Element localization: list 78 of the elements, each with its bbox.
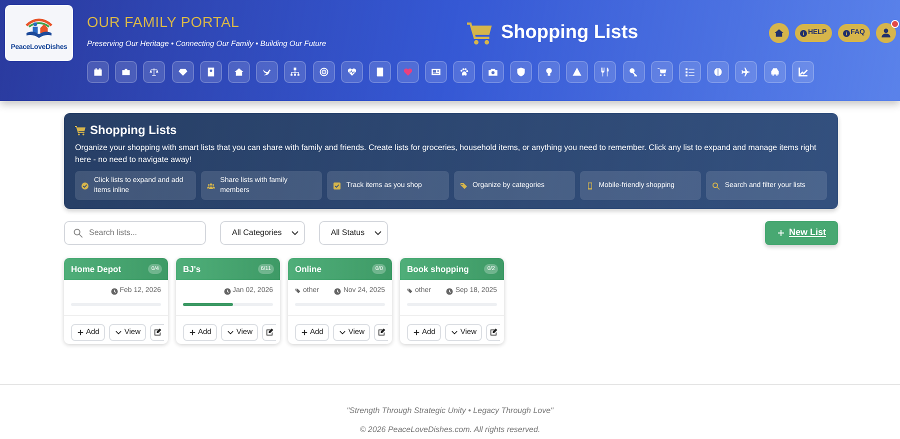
clock-icon (224, 288, 231, 295)
edit-button[interactable] (374, 324, 388, 340)
nav-button[interactable] (735, 61, 758, 83)
info-description: Organize your shopping with smart lists that you can share with family and friends. Create lists for groceries, household items, or anything you need to remember. Click any list to expand and manage items right here - no need to navigate away! (75, 142, 818, 166)
cart-icon (467, 20, 493, 46)
nav-button[interactable] (538, 61, 560, 83)
edit-button[interactable] (262, 324, 276, 340)
checkbox-icon (333, 182, 342, 190)
plus-icon (413, 328, 420, 336)
edit-icon (490, 328, 498, 336)
nav-button[interactable] (172, 61, 194, 83)
people-icon (207, 182, 216, 190)
portal-title: OUR FAMILY PORTAL (87, 14, 240, 33)
phone-icon (586, 182, 594, 190)
plus-icon (77, 328, 84, 336)
user-icon (881, 28, 891, 38)
nav-button[interactable] (566, 61, 588, 83)
home-button[interactable] (768, 23, 789, 43)
tag-icon (407, 288, 413, 294)
nav-button[interactable] (284, 61, 306, 83)
nav-button[interactable] (650, 61, 673, 83)
chevron-down-icon (374, 229, 382, 237)
nav-button[interactable] (228, 61, 250, 83)
tags-icon (460, 182, 468, 190)
list-title: BJ's (183, 262, 201, 276)
search-icon (712, 182, 720, 190)
chevron-down-icon (339, 328, 346, 336)
nav-button[interactable] (256, 61, 278, 83)
check-circle-icon (81, 182, 89, 190)
filter-dropdown[interactable]: All Status (318, 221, 388, 245)
info-title: Shopping Lists (90, 122, 177, 139)
search-field[interactable]: Search lists... (64, 221, 206, 245)
chevron-down-icon (451, 328, 458, 336)
edit-icon (266, 328, 274, 336)
chevron-down-icon (227, 328, 234, 336)
footer-quote: "Strength Through Strategic Unity • Legacy Through Love" (346, 405, 555, 417)
copyright-text: © 2026 PeaceLoveDishes.com. All rights reserved. (358, 424, 542, 436)
nav-button[interactable] (340, 61, 363, 83)
nav-button[interactable] (425, 61, 448, 83)
nav-button[interactable] (764, 61, 786, 83)
nav-button[interactable] (453, 61, 476, 83)
edit-button[interactable] (486, 324, 500, 340)
tag-icon (295, 288, 301, 294)
nav-button[interactable] (115, 61, 138, 83)
list-title: Book shopping (407, 262, 469, 276)
nav-button[interactable] (707, 61, 730, 83)
edit-icon (154, 328, 162, 336)
list-title: Online (295, 262, 322, 276)
filter-dropdown[interactable]: All Categories (220, 221, 305, 245)
nav-button[interactable] (482, 61, 504, 83)
user-button[interactable] (876, 23, 896, 43)
nav-button[interactable] (594, 61, 616, 83)
plus-icon (189, 328, 196, 336)
nav-button[interactable] (312, 61, 334, 83)
info-icon (800, 30, 807, 36)
clock-icon (110, 288, 118, 295)
plus-icon (776, 229, 785, 237)
cart-icon (75, 124, 86, 136)
search-icon (73, 228, 83, 238)
nav-button[interactable] (678, 61, 701, 83)
nav-button[interactable] (368, 61, 391, 83)
plus-icon (301, 328, 308, 336)
nav-button[interactable] (87, 61, 109, 83)
info-icon (842, 30, 850, 36)
clock-icon (334, 288, 342, 295)
clock-icon (446, 288, 454, 295)
nav-button[interactable] (792, 61, 814, 83)
edit-button[interactable] (150, 324, 164, 340)
chevron-down-icon (290, 229, 299, 237)
nav-button[interactable] (200, 61, 222, 83)
chevron-down-icon (115, 328, 122, 336)
nav-button[interactable] (622, 61, 645, 83)
edit-icon (378, 328, 386, 336)
nav-button[interactable] (143, 61, 166, 83)
home-icon (774, 28, 784, 38)
nav-button[interactable] (510, 61, 532, 83)
list-title: Home Depot (71, 262, 122, 276)
page-title: Shopping Lists (501, 21, 638, 45)
